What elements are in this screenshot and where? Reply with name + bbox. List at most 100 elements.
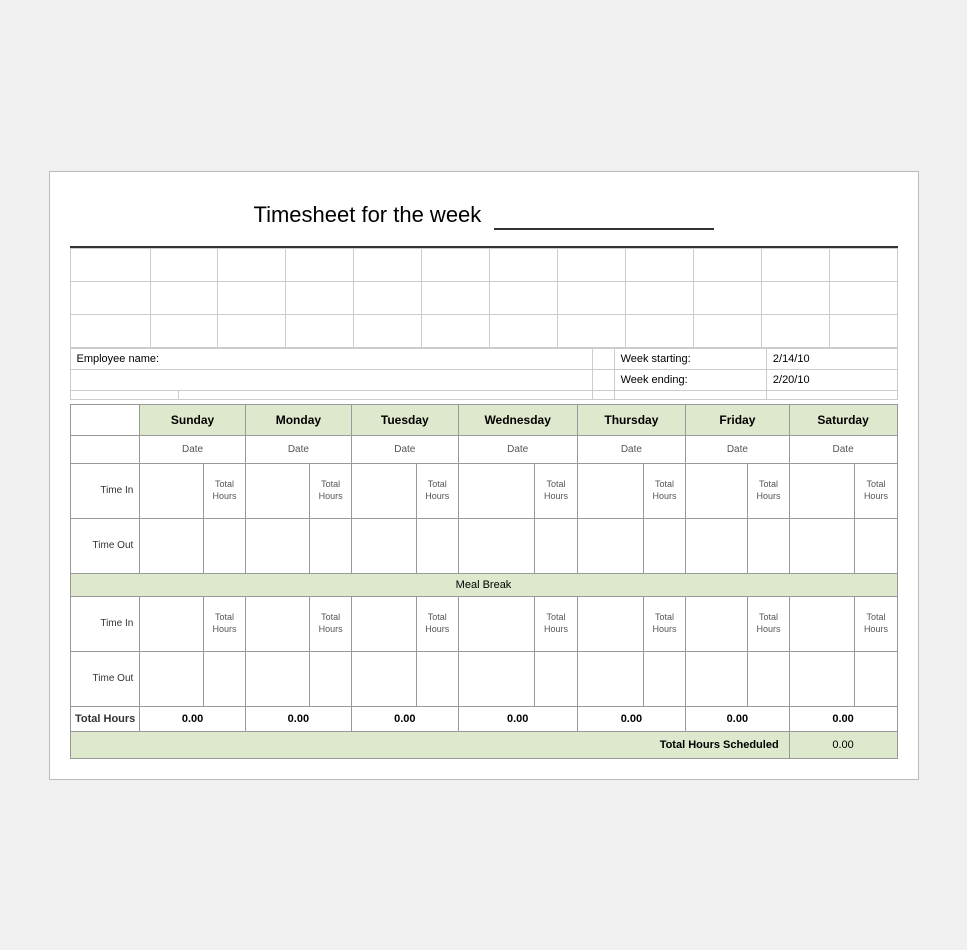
mon-timeout-2[interactable] bbox=[245, 651, 309, 706]
tue-timeout-2[interactable] bbox=[351, 651, 416, 706]
wed-total-2: TotalHours bbox=[535, 596, 577, 651]
fri-timein-1[interactable] bbox=[686, 463, 748, 518]
mon-timeout-total-2 bbox=[310, 651, 352, 706]
monday-date[interactable]: Date bbox=[245, 435, 351, 463]
sunday-date[interactable]: Date bbox=[140, 435, 246, 463]
employee-name-field[interactable] bbox=[179, 348, 593, 369]
wednesday-header: Wednesday bbox=[458, 404, 577, 435]
week-starting-label: Week starting: bbox=[614, 348, 766, 369]
sat-total-2: TotalHours bbox=[855, 596, 897, 651]
week-date-underline[interactable] bbox=[494, 202, 714, 230]
title-text: Timesheet for the week bbox=[253, 202, 481, 227]
thursday-date[interactable]: Date bbox=[577, 435, 685, 463]
time-in-label-1: Time In bbox=[70, 463, 140, 518]
friday-date[interactable]: Date bbox=[686, 435, 790, 463]
total-hours-row-label: Total Hours bbox=[70, 706, 140, 731]
sun-timeout-total-1 bbox=[204, 518, 246, 573]
saturday-date[interactable]: Date bbox=[789, 435, 897, 463]
meal-break-label: Meal Break bbox=[70, 573, 897, 596]
friday-header: Friday bbox=[686, 404, 790, 435]
wed-total-1: TotalHours bbox=[535, 463, 577, 518]
wed-timeout-2[interactable] bbox=[458, 651, 535, 706]
fri-timeout-total-1 bbox=[748, 518, 789, 573]
sat-total-hours: 0.00 bbox=[789, 706, 897, 731]
fri-timeout-1[interactable] bbox=[686, 518, 748, 573]
sat-timein-1[interactable] bbox=[789, 463, 855, 518]
mon-timeout-1[interactable] bbox=[245, 518, 309, 573]
sun-total-1: TotalHours bbox=[204, 463, 246, 518]
thu-timeout-total-2 bbox=[644, 651, 686, 706]
tue-total-2: TotalHours bbox=[416, 596, 458, 651]
sun-timeout-1[interactable] bbox=[140, 518, 204, 573]
week-ending-label: Week ending: bbox=[614, 369, 766, 390]
time-in-label-2: Time In bbox=[70, 596, 140, 651]
saturday-header: Saturday bbox=[789, 404, 897, 435]
thu-total-hours: 0.00 bbox=[577, 706, 685, 731]
mon-total-2: TotalHours bbox=[310, 596, 352, 651]
thu-total-1: TotalHours bbox=[644, 463, 686, 518]
sun-timein-1[interactable] bbox=[140, 463, 204, 518]
wed-timeout-total-1 bbox=[535, 518, 577, 573]
tue-timeout-total-2 bbox=[416, 651, 458, 706]
total-hours-row: Total Hours 0.00 0.00 0.00 0.00 0.00 0.0… bbox=[70, 706, 897, 731]
fri-timein-2[interactable] bbox=[686, 596, 748, 651]
thu-timein-2[interactable] bbox=[577, 596, 643, 651]
mon-timein-2[interactable] bbox=[245, 596, 309, 651]
sat-timeout-2[interactable] bbox=[789, 651, 855, 706]
thu-timeout-1[interactable] bbox=[577, 518, 643, 573]
day-headers-row: Sunday Monday Tuesday Wednesday Thursday… bbox=[70, 404, 897, 435]
sat-timeout-1[interactable] bbox=[789, 518, 855, 573]
tuesday-header: Tuesday bbox=[351, 404, 458, 435]
timesheet-table: Sunday Monday Tuesday Wednesday Thursday… bbox=[70, 404, 898, 759]
employee-label: Employee name: bbox=[70, 348, 179, 369]
meal-break-row: Meal Break bbox=[70, 573, 897, 596]
sat-timeout-total-1 bbox=[855, 518, 897, 573]
sun-timeout-total-2 bbox=[204, 651, 246, 706]
sunday-header: Sunday bbox=[140, 404, 246, 435]
sat-timeout-total-2 bbox=[855, 651, 897, 706]
mon-total-1: TotalHours bbox=[310, 463, 352, 518]
thu-timeout-2[interactable] bbox=[577, 651, 643, 706]
tue-timein-1[interactable] bbox=[351, 463, 416, 518]
fri-total-hours: 0.00 bbox=[686, 706, 790, 731]
tuesday-date[interactable]: Date bbox=[351, 435, 458, 463]
title-row: Timesheet for the week bbox=[70, 192, 898, 248]
fri-timeout-2[interactable] bbox=[686, 651, 748, 706]
wed-total-hours: 0.00 bbox=[458, 706, 577, 731]
total-hours-scheduled-row: Total Hours Scheduled 0.00 bbox=[70, 731, 897, 758]
total-hours-scheduled-value: 0.00 bbox=[789, 731, 897, 758]
fri-total-1: TotalHours bbox=[748, 463, 789, 518]
date-row: Date Date Date Date Date Date Date bbox=[70, 435, 897, 463]
sun-timein-2[interactable] bbox=[140, 596, 204, 651]
wed-timeout-1[interactable] bbox=[458, 518, 535, 573]
week-starting-value: 2/14/10 bbox=[766, 348, 897, 369]
wed-timein-2[interactable] bbox=[458, 596, 535, 651]
time-out-row-2: Time Out bbox=[70, 651, 897, 706]
thursday-header: Thursday bbox=[577, 404, 685, 435]
tue-total-1: TotalHours bbox=[416, 463, 458, 518]
sun-total-2: TotalHours bbox=[204, 596, 246, 651]
wednesday-date[interactable]: Date bbox=[458, 435, 577, 463]
time-in-row-2: Time In TotalHours TotalHours TotalHours… bbox=[70, 596, 897, 651]
total-hours-scheduled-label: Total Hours Scheduled bbox=[70, 731, 789, 758]
tue-timein-2[interactable] bbox=[351, 596, 416, 651]
time-out-label-1: Time Out bbox=[70, 518, 140, 573]
sat-total-1: TotalHours bbox=[855, 463, 897, 518]
top-grid bbox=[70, 248, 898, 348]
wed-timeout-total-2 bbox=[535, 651, 577, 706]
time-in-row-1: Time In TotalHours TotalHours TotalHours… bbox=[70, 463, 897, 518]
time-out-label-2: Time Out bbox=[70, 651, 140, 706]
tue-timeout-total-1 bbox=[416, 518, 458, 573]
sun-timeout-2[interactable] bbox=[140, 651, 204, 706]
thu-timeout-total-1 bbox=[644, 518, 686, 573]
sun-total-hours: 0.00 bbox=[140, 706, 246, 731]
wed-timein-1[interactable] bbox=[458, 463, 535, 518]
monday-header: Monday bbox=[245, 404, 351, 435]
thu-timein-1[interactable] bbox=[577, 463, 643, 518]
tue-timeout-1[interactable] bbox=[351, 518, 416, 573]
mon-timein-1[interactable] bbox=[245, 463, 309, 518]
week-ending-value: 2/20/10 bbox=[766, 369, 897, 390]
thu-total-2: TotalHours bbox=[644, 596, 686, 651]
sat-timein-2[interactable] bbox=[789, 596, 855, 651]
time-out-row-1: Time Out bbox=[70, 518, 897, 573]
